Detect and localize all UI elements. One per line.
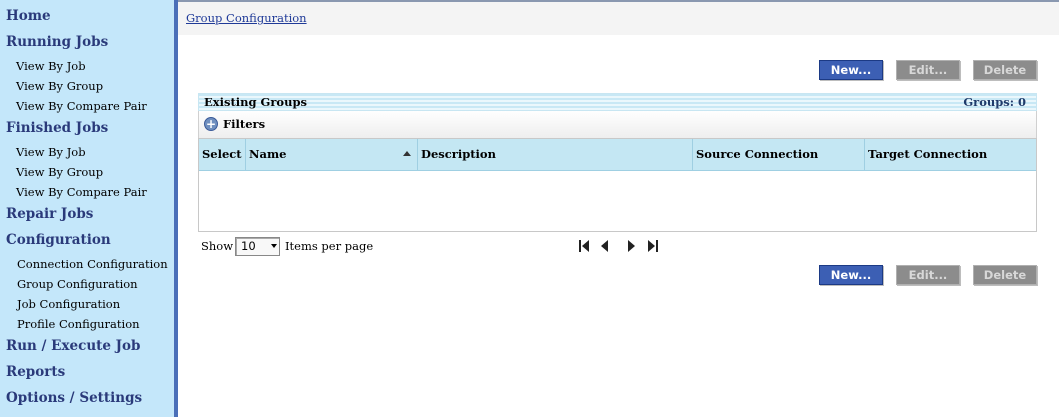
nav-running-view-by-job[interactable]: View By Job [16,59,86,73]
nav-finished-jobs[interactable]: Finished Jobs [6,120,108,136]
chevron-down-icon [271,244,277,248]
nav-configuration[interactable]: Configuration [6,232,111,248]
delete-button-bottom[interactable]: Delete [973,265,1037,285]
nav-running-view-by-group[interactable]: View By Group [16,79,103,93]
new-button-top[interactable]: New... [819,60,883,80]
page-size-value: 10 [241,239,256,253]
column-description[interactable]: Description [418,139,693,171]
next-page-icon[interactable] [626,239,638,253]
delete-button-top[interactable]: Delete [973,60,1037,80]
breadcrumb-group-configuration[interactable]: Group Configuration [186,11,307,25]
column-name-label: Name [249,147,287,161]
previous-page-icon[interactable] [598,239,610,253]
nav-repair-jobs[interactable]: Repair Jobs [6,206,93,222]
column-source-connection[interactable]: Source Connection [693,139,865,171]
groups-count: Groups: 0 [963,95,1026,109]
nav-finished-view-by-job[interactable]: View By Job [16,145,86,159]
nav-running-jobs[interactable]: Running Jobs [6,34,108,50]
column-target-connection[interactable]: Target Connection [865,139,1036,171]
column-select[interactable]: Select [199,139,246,171]
nav-connection-configuration[interactable]: Connection Configuration [17,257,168,271]
nav-profile-configuration[interactable]: Profile Configuration [17,317,140,331]
existing-groups-header: Existing Groups Groups: 0 [198,93,1037,111]
first-page-icon[interactable] [578,239,590,253]
nav-reports[interactable]: Reports [6,364,65,380]
edit-button-top[interactable]: Edit... [896,60,960,80]
nav-run-execute-job[interactable]: Run / Execute Job [6,338,141,354]
last-page-icon[interactable] [647,239,659,253]
items-per-page-label: Items per page [285,239,374,253]
table-header: Select Name Description Source Connectio… [199,139,1036,171]
nav-job-configuration[interactable]: Job Configuration [17,297,120,311]
page-size-select[interactable]: 10 [235,237,280,256]
nav-group-configuration[interactable]: Group Configuration [17,277,138,291]
nav-finished-view-by-group[interactable]: View By Group [16,165,103,179]
column-name[interactable]: Name [246,139,418,171]
filters-bar[interactable]: + Filters [198,111,1037,138]
sidebar: Home Running Jobs View By Job View By Gr… [0,0,174,417]
nav-home[interactable]: Home [6,8,51,24]
nav-running-view-by-compare-pair[interactable]: View By Compare Pair [16,99,147,113]
edit-button-bottom[interactable]: Edit... [896,265,960,285]
groups-table: Select Name Description Source Connectio… [198,138,1037,232]
panel-title: Existing Groups [204,95,307,109]
filters-label[interactable]: Filters [223,117,265,131]
show-label: Show [201,239,234,253]
breadcrumb-bar: Group Configuration [178,0,1059,35]
nav-options-settings[interactable]: Options / Settings [6,390,142,406]
sidebar-divider [174,0,178,417]
new-button-bottom[interactable]: New... [819,265,883,285]
sort-ascending-icon [403,151,411,156]
expand-plus-icon[interactable]: + [204,117,218,131]
nav-finished-view-by-compare-pair[interactable]: View By Compare Pair [16,185,147,199]
